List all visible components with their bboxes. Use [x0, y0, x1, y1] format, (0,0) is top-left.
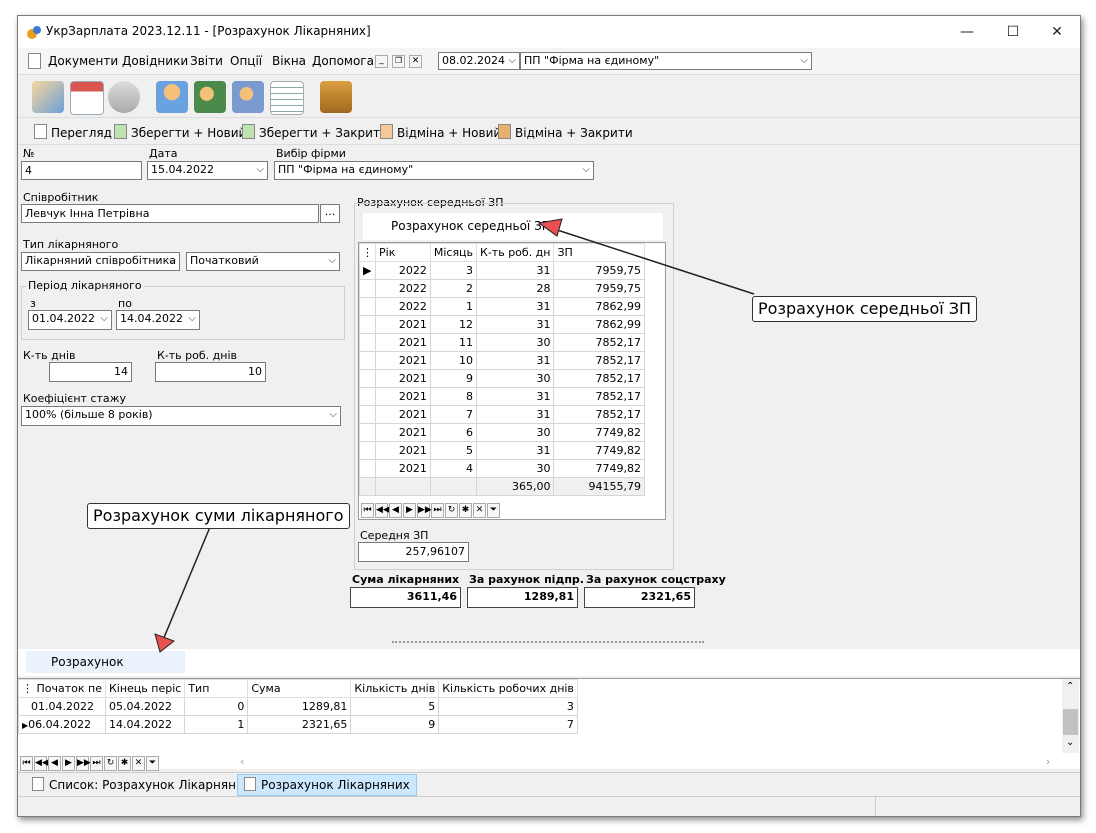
callout-avg-salary: Розрахунок середньої ЗП	[752, 296, 978, 322]
annotation-arrows	[154, 218, 755, 653]
callout-sick-sum: Розрахунок суми лікарняного	[87, 503, 350, 529]
